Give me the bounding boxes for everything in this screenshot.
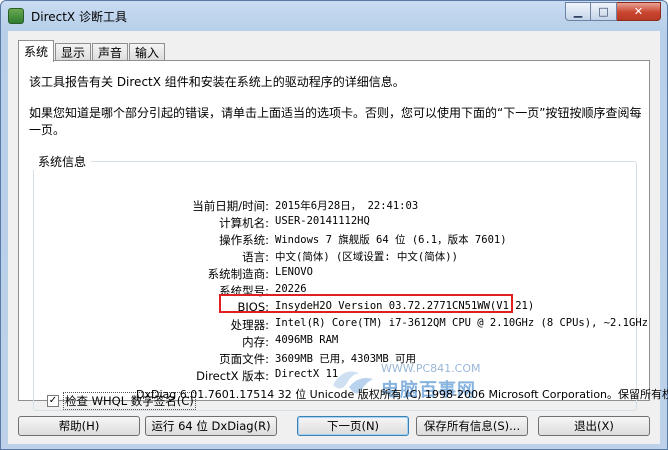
info-row-datetime: 当前日期/时间: 2015年6月28日， 22:41:03: [19, 198, 649, 214]
bios-highlight-box: [219, 294, 513, 313]
version-copyright-text: DxDiag 6.01.7601.17514 32 位 Unicode 版权所有…: [136, 388, 668, 401]
info-row-os: 操作系统: Windows 7 旗舰版 64 位 (6.1，版本 7601): [19, 232, 649, 248]
maximize-button[interactable]: □: [591, 2, 617, 21]
info-label: 系统制造商:: [207, 267, 269, 281]
watermark-url: WWW.PC841.COM: [381, 362, 481, 375]
info-value: Windows 7 旗舰版 64 位 (6.1，版本 7601): [275, 234, 507, 246]
tab-display[interactable]: 显示: [55, 43, 92, 61]
info-row-computer-name: 计算机名: USER-20141112HQ: [19, 215, 649, 231]
whql-checkbox[interactable]: ✓: [47, 395, 59, 407]
system-tab-panel: 该工具报告有关 DirectX 组件和安装在系统上的驱动程序的详细信息。 如果您…: [18, 60, 650, 411]
minimize-button[interactable]: ▁: [565, 2, 591, 21]
title-bar[interactable]: DirectX 诊断工具 ▁ □ ✕: [1, 1, 667, 31]
checkmark-icon: ✓: [48, 395, 58, 406]
next-page-button[interactable]: 下一页(N): [297, 416, 409, 436]
save-all-info-button[interactable]: 保存所有信息(S)...: [416, 416, 528, 436]
window-title: DirectX 诊断工具: [31, 10, 127, 24]
directx-app-icon: [8, 8, 24, 24]
info-row-language: 语言: 中文(简体) (区域设置: 中文(简体)): [19, 249, 649, 265]
info-label: 当前日期/时间:: [192, 199, 269, 213]
dxdiag-window: DirectX 诊断工具 ▁ □ ✕ 系统 显示 声音 输入 该工具报告有关 D…: [0, 0, 668, 450]
info-label: 计算机名:: [219, 216, 269, 230]
info-row-processor: 处理器: Intel(R) Core(TM) i7-3612QM CPU @ 2…: [19, 317, 649, 333]
tab-system[interactable]: 系统: [18, 40, 55, 62]
info-value: 中文(简体) (区域设置: 中文(简体)): [275, 251, 458, 263]
help-button[interactable]: 帮助(H): [18, 416, 140, 436]
info-value: USER-20141112HQ: [275, 215, 370, 227]
info-value: Intel(R) Core(TM) i7-3612QM CPU @ 2.10GH…: [275, 317, 648, 329]
info-label: 处理器:: [230, 318, 269, 332]
exit-button[interactable]: 退出(X): [538, 416, 650, 436]
info-row-manufacturer: 系统制造商: LENOVO: [19, 266, 649, 282]
client-area: 系统 显示 声音 输入 该工具报告有关 DirectX 组件和安装在系统上的驱动…: [8, 31, 668, 444]
system-info-title: 系统信息: [33, 153, 92, 170]
info-label: 语言:: [242, 250, 269, 264]
info-value: 2015年6月28日， 22:41:03: [275, 200, 419, 212]
info-value: 4096MB RAM: [275, 334, 339, 346]
tab-sound[interactable]: 声音: [92, 43, 129, 61]
close-icon: ✕: [633, 5, 644, 18]
info-row-memory: 内存: 4096MB RAM: [19, 334, 649, 350]
minimize-icon: ▁: [573, 5, 583, 18]
info-label: 内存:: [242, 335, 269, 349]
intro-text-2: 如果您知道是哪个部分引起的错误，请单击上面适当的选项卡。否则，您可以使用下面的“…: [29, 106, 642, 137]
tab-strip: 系统 显示 声音 输入: [18, 39, 166, 62]
intro-text-1: 该工具报告有关 DirectX 组件和安装在系统上的驱动程序的详细信息。: [29, 75, 405, 89]
info-label: DirectX 版本:: [196, 369, 269, 383]
tab-input[interactable]: 输入: [129, 43, 166, 61]
info-label: 操作系统:: [219, 233, 269, 247]
info-label: 页面文件:: [219, 352, 269, 366]
maximize-icon: □: [598, 5, 609, 18]
window-controls: ▁ □ ✕: [565, 2, 661, 21]
close-button[interactable]: ✕: [617, 2, 661, 21]
info-value: LENOVO: [275, 266, 313, 278]
run-64bit-dxdiag-button[interactable]: 运行 64 位 DxDiag(R): [145, 416, 277, 436]
